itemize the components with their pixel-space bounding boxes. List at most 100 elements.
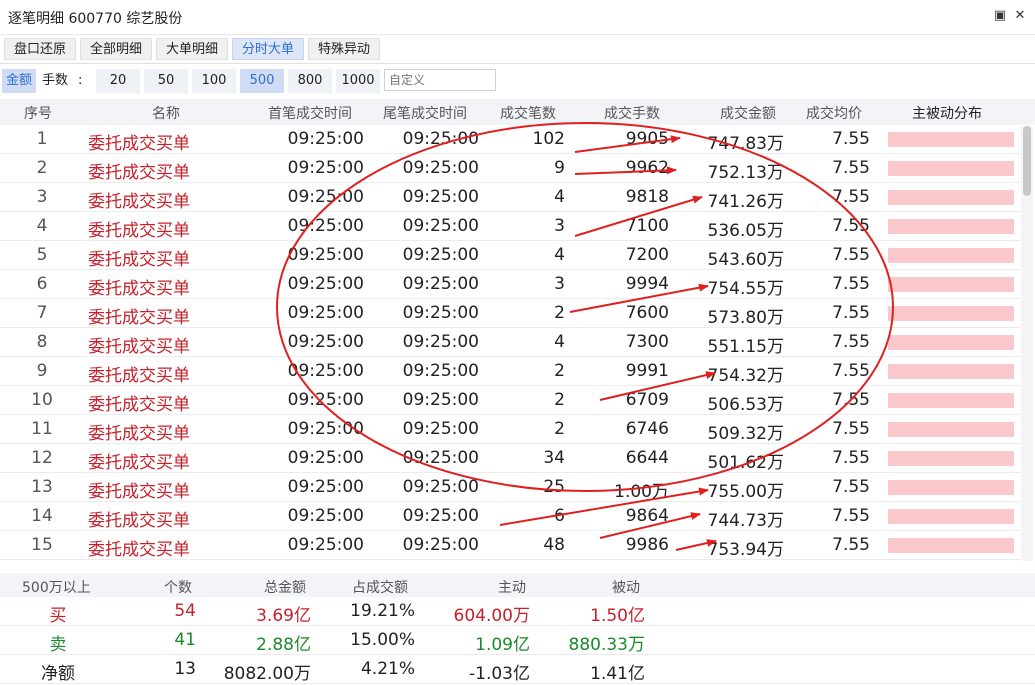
avg-price: 7.55 [832,245,870,265]
tab-large-order-details[interactable]: 大单明细 [156,38,228,60]
trade-count: 34 [543,448,565,468]
trade-lots: 6746 [625,419,669,439]
table-row[interactable]: 11 委托成交买单 09:25:00 09:25:00 2 6746 509.32万 7.55 [0,415,1020,444]
active-passive-bar [888,393,1014,408]
last-trade-time: 09:25:00 [402,187,479,207]
summary-col-share: 占成交额 [352,580,408,596]
trade-count: 25 [543,477,565,497]
trade-amount: 754.55万 [707,279,784,299]
col-header-last-time[interactable]: 尾笔成交时间 [383,103,467,123]
col-header-trade-count[interactable]: 成交笔数 [500,103,556,123]
lots-option-100[interactable]: 100 [192,69,236,93]
first-trade-time: 09:25:00 [287,506,364,526]
table-row[interactable]: 14 委托成交买单 09:25:00 09:25:00 6 9864 744.73万 7.55 [0,502,1020,531]
avg-price: 7.55 [832,506,870,526]
trade-amount: 536.05万 [707,221,784,241]
window-title: 逐笔明细 600770 综艺股份 [8,11,183,27]
trade-amount: 741.26万 [707,192,784,212]
tab-order-book-restore[interactable]: 盘口还原 [4,38,76,60]
last-trade-time: 09:25:00 [402,216,479,236]
avg-price: 7.55 [832,158,870,178]
col-header-no[interactable]: 序号 [24,103,52,123]
table-row[interactable]: 4 委托成交买单 09:25:00 09:25:00 3 7100 536.05万 7.55 [0,212,1020,241]
trade-lots: 1.00万 [614,482,669,502]
trade-amount: 551.15万 [707,337,784,357]
last-trade-time: 09:25:00 [402,419,479,439]
row-number: 4 [36,216,48,236]
tab-intraday-large-orders[interactable]: 分时大单 [232,38,304,60]
vertical-scrollbar[interactable] [1021,126,1033,561]
col-header-amount[interactable]: 成交金额 [720,103,776,123]
table-row[interactable]: 9 委托成交买单 09:25:00 09:25:00 2 9991 754.32万 7.55 [0,357,1020,386]
lots-option-500[interactable]: 500 [240,69,284,93]
row-number: 5 [36,245,48,265]
trade-count: 6 [554,506,565,526]
table-row[interactable]: 3 委托成交买单 09:25:00 09:25:00 4 9818 741.26万 7.55 [0,183,1020,212]
table-row[interactable]: 10 委托成交买单 09:25:00 09:25:00 2 6709 506.53万 7.55 [0,386,1020,415]
row-number: 13 [31,477,53,497]
table-row[interactable]: 8 委托成交买单 09:25:00 09:25:00 4 7300 551.15万 7.55 [0,328,1020,357]
trade-lots: 9818 [625,187,669,207]
table-header: 序号 名称 首笔成交时间 尾笔成交时间 成交笔数 成交手数 成交金额 成交均价 … [0,99,1035,125]
col-header-avg-price[interactable]: 成交均价 [806,103,862,123]
lots-option-1000[interactable]: 1000 [336,69,380,93]
custom-lots-input[interactable] [384,69,496,91]
lots-option-800[interactable]: 800 [288,69,332,93]
col-header-lots[interactable]: 成交手数 [604,103,660,123]
summary-category: 卖 [49,635,67,655]
last-trade-time: 09:25:00 [402,390,479,410]
trade-amount: 744.73万 [707,511,784,531]
col-header-name[interactable]: 名称 [152,103,180,123]
summary-col-passive: 被动 [612,580,640,596]
table-row[interactable]: 6 委托成交买单 09:25:00 09:25:00 3 9994 754.55万 7.55 [0,270,1020,299]
tab-special-movements[interactable]: 特殊异动 [308,38,380,60]
trade-count: 4 [554,332,565,352]
tab-bar: 盘口还原 全部明细 大单明细 分时大单 特殊异动 [0,35,1035,64]
order-name: 委托成交买单 [88,134,190,154]
summary-passive: 1.50亿 [590,606,645,626]
row-number: 11 [31,419,53,439]
order-name: 委托成交买单 [88,540,190,560]
trade-lots: 7200 [625,245,669,265]
active-passive-bar [888,306,1014,321]
trade-count: 4 [554,245,565,265]
table-row[interactable]: 13 委托成交买单 09:25:00 09:25:00 25 1.00万 755.00万 7.… [0,473,1020,502]
summary-row: 卖 41 2.88亿 15.00% 1.09亿 880.33万 [0,626,1035,655]
row-number: 14 [31,506,53,526]
table-row[interactable]: 5 委托成交买单 09:25:00 09:25:00 4 7200 543.60万 7.55 [0,241,1020,270]
active-passive-bar [888,219,1014,234]
row-number: 1 [36,129,48,149]
trade-amount: 501.62万 [707,453,784,473]
col-header-first-time[interactable]: 首笔成交时间 [268,103,352,123]
avg-price: 7.55 [832,274,870,294]
active-passive-bar [888,451,1014,466]
summary-header: 500万以上 个数 总金额 占成交额 主动 被动 [0,573,1035,597]
table-row[interactable]: 2 委托成交买单 09:25:00 09:25:00 9 9962 752.13万 7.55 [0,154,1020,183]
order-name: 委托成交买单 [88,250,190,270]
table-row[interactable]: 15 委托成交买单 09:25:00 09:25:00 48 9986 753.94万 7.5… [0,531,1020,560]
summary-count: 13 [174,659,196,679]
summary-col-active: 主动 [498,580,526,596]
first-trade-time: 09:25:00 [287,216,364,236]
table-row[interactable]: 12 委托成交买单 09:25:00 09:25:00 34 6644 501.62万 7.5… [0,444,1020,473]
amount-toggle[interactable]: 金额 [2,69,36,93]
trade-lots: 7100 [625,216,669,236]
table-row[interactable]: 7 委托成交买单 09:25:00 09:25:00 2 7600 573.80万 7.55 [0,299,1020,328]
tab-all-details[interactable]: 全部明细 [80,38,152,60]
scrollbar-thumb[interactable] [1023,126,1031,196]
lots-option-50[interactable]: 50 [144,69,188,93]
table-row[interactable]: 1 委托成交买单 09:25:00 09:25:00 102 9905 747.83万 7.5… [0,125,1020,154]
trade-amount: 753.94万 [707,540,784,560]
restore-icon[interactable]: ▣ [993,9,1007,23]
col-header-distribution[interactable]: 主被动分布 [912,103,982,123]
active-passive-bar [888,480,1014,495]
lots-option-20[interactable]: 20 [96,69,140,93]
close-icon[interactable]: ✕ [1013,9,1027,23]
last-trade-time: 09:25:00 [402,535,479,555]
trade-count: 102 [532,129,565,149]
row-number: 12 [31,448,53,468]
avg-price: 7.55 [832,129,870,149]
row-number: 2 [36,158,48,178]
first-trade-time: 09:25:00 [287,419,364,439]
first-trade-time: 09:25:00 [287,158,364,178]
